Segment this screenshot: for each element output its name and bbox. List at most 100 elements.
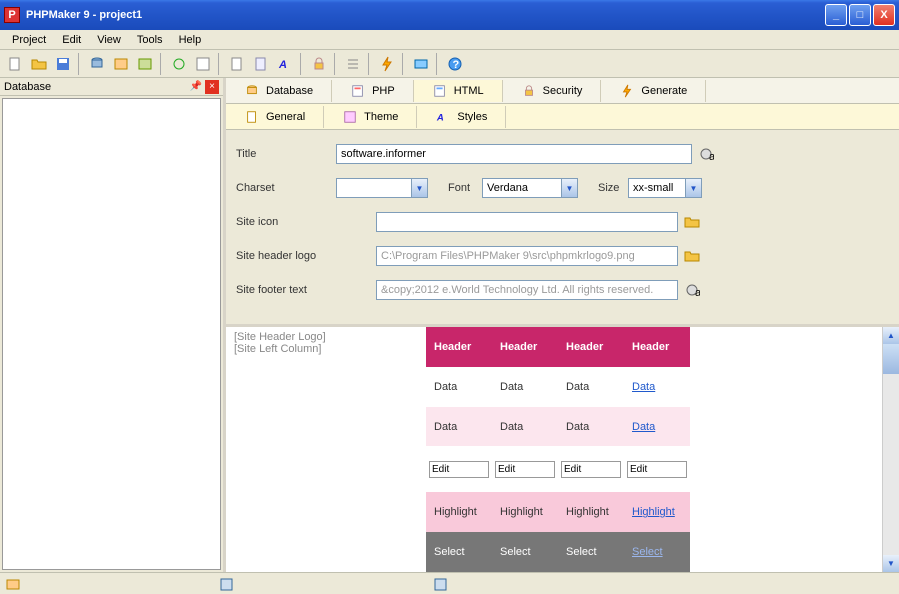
tool-list[interactable] <box>342 53 364 75</box>
scroll-up-icon[interactable]: ▲ <box>883 327 899 344</box>
tool-ext[interactable] <box>410 53 432 75</box>
menu-edit[interactable]: Edit <box>54 32 89 48</box>
footertext-input[interactable] <box>376 280 678 300</box>
svg-text:?: ? <box>453 59 460 71</box>
svg-text:a: a <box>695 287 700 298</box>
charset-label: Charset <box>236 182 336 194</box>
new-button[interactable] <box>4 53 26 75</box>
pin-icon[interactable]: 📌 <box>189 80 203 94</box>
sidebar-title: Database <box>4 81 51 93</box>
maximize-button[interactable]: □ <box>849 4 871 26</box>
edit-cell[interactable] <box>627 461 687 478</box>
siteicon-browse-button[interactable] <box>681 212 703 232</box>
tool-a[interactable] <box>192 53 214 75</box>
edit-cell[interactable] <box>561 461 621 478</box>
tab-php[interactable]: PHP <box>332 80 414 102</box>
select-link[interactable]: Select <box>632 546 663 558</box>
svg-text:A: A <box>278 59 287 71</box>
subtab-general[interactable]: General <box>226 106 324 128</box>
edit-cell[interactable] <box>495 461 555 478</box>
preview-table: Header Header Header Header Data Data Da… <box>426 327 690 572</box>
chevron-down-icon: ▼ <box>685 179 701 197</box>
title-lang-button[interactable]: a <box>695 144 717 164</box>
tool-lock[interactable] <box>308 53 330 75</box>
status-icon <box>220 577 234 591</box>
save-button[interactable] <box>52 53 74 75</box>
lock-icon <box>521 84 537 98</box>
svg-text:a: a <box>709 151 714 162</box>
bolt-icon <box>379 56 395 72</box>
headerlogo-input[interactable] <box>376 246 678 266</box>
title-input[interactable] <box>336 144 692 164</box>
menu-tools[interactable]: Tools <box>129 32 171 48</box>
tool-gen[interactable] <box>376 53 398 75</box>
help-icon: ? <box>447 56 463 72</box>
font-label: Font <box>448 182 482 194</box>
status-icon <box>6 577 20 591</box>
status-icon <box>434 577 448 591</box>
footertext-label: Site footer text <box>236 284 376 296</box>
tab-html[interactable]: HTML <box>414 80 503 102</box>
chevron-down-icon: ▼ <box>411 179 427 197</box>
sub-tabs: General Theme AStyles <box>226 104 899 130</box>
table-row: Data Data Data Data <box>426 367 690 407</box>
status-bar <box>0 572 899 594</box>
siteicon-input[interactable] <box>376 212 678 232</box>
edit-cell[interactable] <box>429 461 489 478</box>
footertext-lang-button[interactable]: a <box>681 280 703 300</box>
size-dropdown[interactable]: xx-small▼ <box>628 178 702 198</box>
table-header: Header <box>624 327 690 367</box>
data-link[interactable]: Data <box>632 381 655 393</box>
tool-db3[interactable] <box>134 53 156 75</box>
close-button[interactable]: X <box>873 4 895 26</box>
lock-icon <box>311 56 327 72</box>
scroll-thumb[interactable] <box>883 344 899 374</box>
table-row: Highlight Highlight Highlight Highlight <box>426 492 690 532</box>
window-title: PHPMaker 9 - project1 <box>26 9 142 21</box>
sidebar-close-icon[interactable]: × <box>205 80 219 94</box>
chevron-down-icon: ▼ <box>561 179 577 197</box>
title-label: Title <box>236 148 336 160</box>
preview-panel: [Site Header Logo] [Site Left Column] He… <box>226 324 899 572</box>
font-dropdown[interactable]: Verdana▼ <box>482 178 578 198</box>
svg-text:A: A <box>436 112 444 123</box>
table-header-row: Header Header Header Header <box>426 327 690 367</box>
sidebar: Database 📌 × <box>0 78 226 572</box>
help-button[interactable]: ? <box>444 53 466 75</box>
tool-font[interactable]: A <box>274 53 296 75</box>
menu-project[interactable]: Project <box>4 32 54 48</box>
minimize-button[interactable]: _ <box>825 4 847 26</box>
headerlogo-label: Site header logo <box>236 250 376 262</box>
charset-dropdown[interactable]: ▼ <box>336 178 428 198</box>
bolt-icon <box>619 84 635 98</box>
preview-scrollbar[interactable]: ▲ ▼ <box>882 327 899 572</box>
tab-generate[interactable]: Generate <box>601 80 706 102</box>
headerlogo-browse-button[interactable] <box>681 246 703 266</box>
menu-help[interactable]: Help <box>171 32 210 48</box>
tool-sync[interactable] <box>168 53 190 75</box>
menu-view[interactable]: View <box>89 32 129 48</box>
open-button[interactable] <box>28 53 50 75</box>
tool-db1[interactable] <box>86 53 108 75</box>
tool-db2[interactable] <box>110 53 132 75</box>
scroll-down-icon[interactable]: ▼ <box>883 555 899 572</box>
subtab-styles[interactable]: AStyles <box>417 106 506 128</box>
siteicon-label: Site icon <box>236 216 376 228</box>
toolbar: A ? <box>0 50 899 78</box>
preview-header-logo-tag: [Site Header Logo] <box>234 331 426 343</box>
subtab-theme[interactable]: Theme <box>324 106 417 128</box>
size-label: Size <box>598 182 628 194</box>
table-row: Data Data Data Data <box>426 407 690 447</box>
database-tree[interactable] <box>2 98 221 570</box>
title-bar: P PHPMaker 9 - project1 _ □ X <box>0 0 899 30</box>
data-link[interactable]: Data <box>632 421 655 433</box>
tool-page1[interactable] <box>226 53 248 75</box>
highlight-link[interactable]: Highlight <box>632 506 675 518</box>
app-icon: P <box>4 7 20 23</box>
tool-page2[interactable] <box>250 53 272 75</box>
preview-left-column-tag: [Site Left Column] <box>234 343 426 355</box>
menu-bar: Project Edit View Tools Help <box>0 30 899 50</box>
table-header: Header <box>558 327 624 367</box>
tab-database[interactable]: Database <box>226 80 332 102</box>
tab-security[interactable]: Security <box>503 80 602 102</box>
